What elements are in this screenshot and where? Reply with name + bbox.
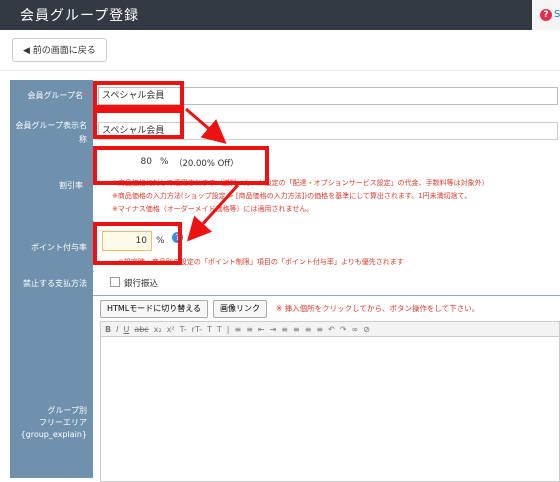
annotation-arrows — [185, 107, 240, 242]
arrow-to-discount — [185, 107, 227, 144]
arrow-to-point-rate — [186, 183, 240, 242]
